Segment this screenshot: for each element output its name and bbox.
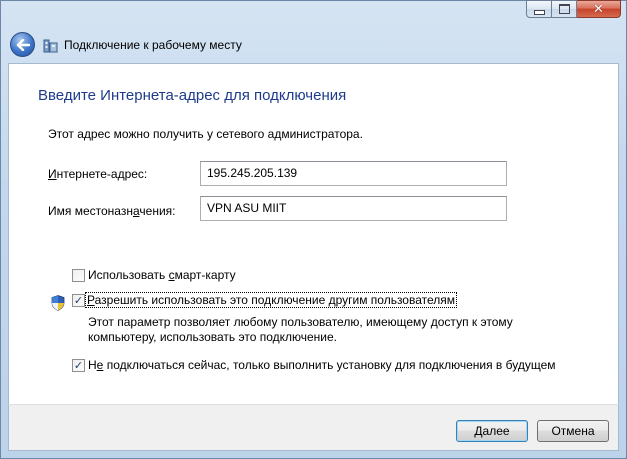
address-label-text: нтернете-адрес:: [56, 167, 148, 181]
next-button[interactable]: Далее: [456, 420, 528, 442]
cancel-button[interactable]: Отмена: [537, 420, 609, 442]
destination-label-pre: Имя местоназн: [48, 204, 133, 218]
checkmark-icon: ✓: [73, 359, 84, 372]
destination-label-post: чения:: [139, 204, 176, 218]
allow-others-checkbox[interactable]: ✓: [72, 294, 85, 307]
destination-name-field[interactable]: VPN ASU MIIT: [200, 196, 507, 221]
maximize-button[interactable]: [552, 0, 577, 18]
address-label-accesskey: И: [48, 167, 57, 181]
window-title: Подключение к рабочему месту: [64, 38, 242, 52]
content-panel: [8, 63, 619, 404]
page-heading: Введите Интернета-адрес для подключения: [38, 87, 347, 104]
minimize-button[interactable]: [526, 0, 552, 18]
uac-shield-icon: [51, 295, 65, 311]
dont-connect-label-post: подключаться сейчас, только выполнить ус…: [103, 358, 556, 372]
workplace-network-icon: [43, 39, 58, 53]
allow-others-description: Этот параметр позволяет любому пользоват…: [88, 315, 513, 344]
allow-others-label-accesskey: Р: [87, 293, 95, 307]
dont-connect-label-pre: Н: [88, 358, 97, 372]
next-button-accesskey: Д: [474, 424, 483, 438]
caption-buttons: ✕: [526, 0, 621, 18]
address-label: Интернете-адрес:: [48, 167, 147, 181]
checkmark-icon: ✓: [73, 294, 84, 307]
allow-others-label-post: азрешить использовать это подключение др…: [94, 293, 456, 307]
dont-connect-label[interactable]: Не подключаться сейчас, только выполнить…: [88, 358, 556, 372]
hint-text: Этот адрес можно получить у сетевого адм…: [48, 127, 363, 141]
smartcard-label-post: март-карту: [174, 268, 236, 282]
close-icon: ✕: [593, 1, 604, 17]
smartcard-label-pre: Использовать: [88, 268, 169, 282]
back-button[interactable]: [10, 32, 35, 57]
close-button[interactable]: ✕: [577, 0, 621, 18]
smartcard-label[interactable]: Использовать смарт-карту: [88, 268, 236, 282]
back-arrow-icon: [16, 38, 30, 51]
allow-others-label-focus: Разрешить использовать это подключение д…: [84, 292, 458, 308]
minimize-icon: [533, 9, 545, 15]
smartcard-checkbox[interactable]: [72, 269, 85, 282]
maximize-icon: [558, 4, 570, 14]
destination-label: Имя местоназначения:: [48, 204, 175, 218]
address-field[interactable]: 195.245.205.139: [200, 161, 507, 186]
dont-connect-checkbox[interactable]: ✓: [72, 359, 85, 372]
next-button-label: алее: [482, 424, 510, 438]
allow-others-label[interactable]: Разрешить использовать это подключение д…: [84, 292, 458, 308]
